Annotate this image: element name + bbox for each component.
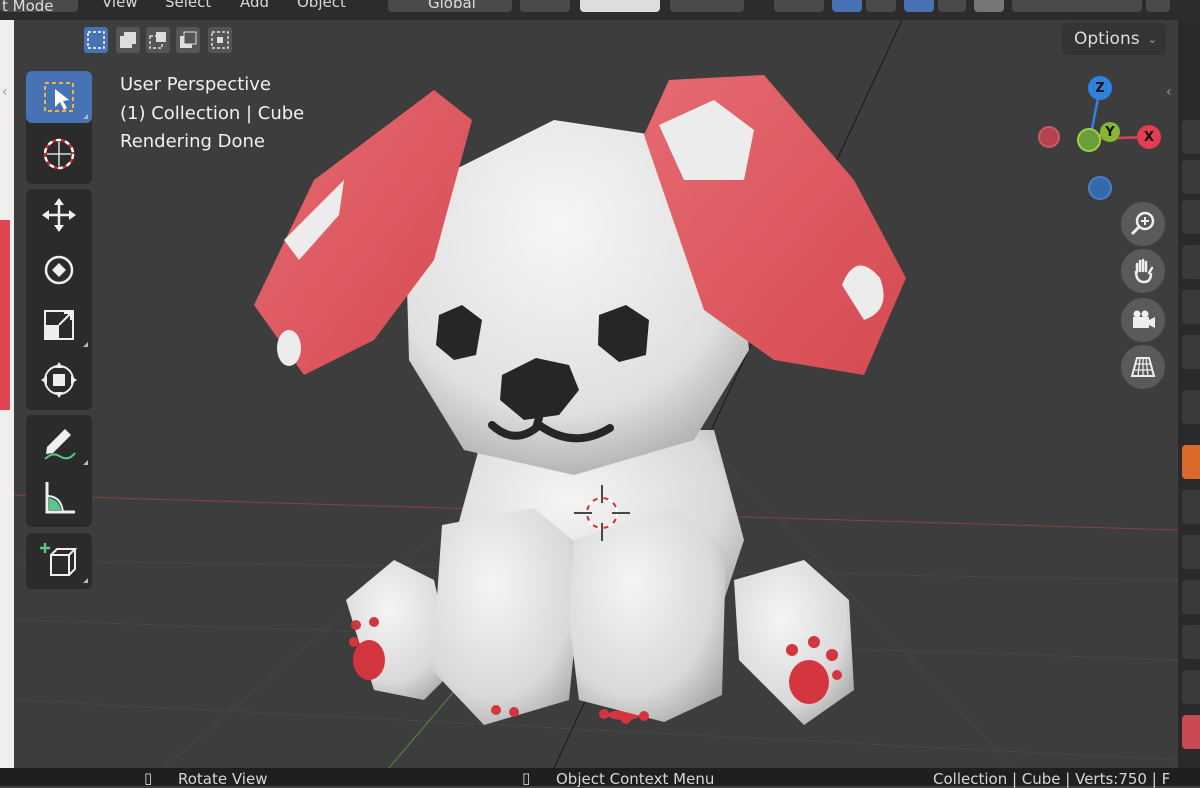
status-bar: ▯ Rotate View ▯ Object Context Menu Coll… [0,768,1200,788]
shading-modes[interactable] [1012,0,1142,12]
scene-statistics: Collection | Cube | Verts:750 | F [933,770,1171,788]
mouse-left-icon: ▯ [144,769,153,787]
toolbar-group-annotate [26,415,92,527]
mode-dropdown[interactable]: t Mode [0,0,78,15]
add-cube-icon[interactable] [26,535,92,587]
gizmo-y-axis[interactable]: Y [1100,122,1120,142]
front-leg-right [569,508,726,722]
xray-dropdown[interactable] [938,0,966,12]
tab-constraints[interactable] [1182,625,1200,659]
gizmo-toggle[interactable] [774,0,824,12]
menu-add[interactable]: Add [240,0,269,11]
orientation-dropdown[interactable]: Global [388,0,512,12]
left-collapse-icon[interactable]: ‹ [2,84,8,100]
front-leg-left [432,508,584,725]
cursor-icon[interactable] [26,128,92,180]
tab-render[interactable] [1182,160,1200,194]
collection-label: (1) Collection | Cube [120,103,305,124]
tab-collection[interactable] [1182,390,1200,424]
menu-object[interactable]: Object [297,0,346,11]
mode-label: t Mode [2,0,54,15]
toolbar-group-transform [26,189,92,410]
mouse-right-icon: ▯ [522,769,531,787]
tab-world[interactable] [1182,335,1200,369]
zoom-icon[interactable] [1121,202,1165,246]
toolbar-group-select [26,71,92,184]
perspective-label: User Perspective [120,74,271,95]
viewport-header: t Mode View Select Add Object Global [0,0,1200,20]
render-status-label: Rendering Done [120,131,265,152]
tab-material[interactable] [1182,715,1200,749]
annotate-icon[interactable] [26,417,92,469]
z-label: Z [1095,80,1105,96]
tab-data[interactable] [1182,670,1200,704]
measure-icon[interactable] [26,472,92,524]
select-extend-icon[interactable] [116,27,140,53]
xray-toggle[interactable] [904,0,934,12]
pivot-dropdown[interactable] [520,0,570,12]
menu-select[interactable]: Select [165,0,211,11]
transform-icon[interactable] [26,354,92,406]
tab-scene[interactable] [1182,290,1200,324]
menu-view[interactable]: View [102,0,138,11]
snap-toggle[interactable] [580,0,660,12]
rotate-icon[interactable] [26,244,92,296]
gizmo-z-axis[interactable]: Z [1088,76,1112,100]
proportional-toggle[interactable] [670,0,744,12]
toolbar-group-add [26,533,92,589]
orientation-label: Global [428,0,476,12]
select-box-icon[interactable] [26,71,92,123]
texture-preview [0,220,10,410]
options-label: Options [1074,29,1140,49]
overlay-toggle[interactable] [832,0,862,12]
options-dropdown[interactable]: Options ⌄ [1062,23,1166,55]
tab-tool[interactable] [1182,120,1200,154]
left-editor-strip [0,20,15,768]
y-label: Y [1105,124,1115,140]
select-new-icon[interactable] [84,27,108,53]
gizmo-neg-z[interactable] [1088,176,1112,200]
right-collapse-icon[interactable]: ‹ [1166,84,1172,100]
gizmo-neg-x[interactable] [1038,126,1060,148]
tab-modifiers[interactable] [1182,490,1200,524]
tab-object[interactable] [1182,445,1200,479]
tab-view-layer[interactable] [1182,245,1200,279]
overlay-dropdown[interactable] [866,0,896,12]
tab-output[interactable] [1182,200,1200,234]
select-intersect-icon[interactable] [208,27,232,53]
context-menu-hint: Object Context Menu [556,770,715,788]
shading-dropdown[interactable] [1146,0,1170,12]
select-subtract-icon[interactable] [146,27,170,53]
wireframe-toggle[interactable] [974,0,1004,12]
select-difference-icon[interactable] [176,27,200,53]
tab-physics[interactable] [1182,580,1200,614]
chevron-down-icon: ⌄ [1147,32,1157,46]
grid-icon[interactable] [1121,345,1165,389]
left-ear-spot-2 [277,330,301,366]
move-icon[interactable] [26,189,92,241]
rotate-view-hint: Rotate View [178,770,268,788]
hand-icon[interactable] [1121,249,1165,293]
tab-particles[interactable] [1182,535,1200,569]
gizmo-x-axis[interactable]: X [1137,125,1161,149]
back-leg-right [734,560,854,725]
x-label: X [1143,129,1155,145]
navigation-gizmo[interactable]: Z X Y [1030,72,1170,202]
scale-icon[interactable] [26,299,92,351]
camera-icon[interactable] [1121,298,1165,342]
gizmo-neg-y[interactable] [1077,128,1101,152]
